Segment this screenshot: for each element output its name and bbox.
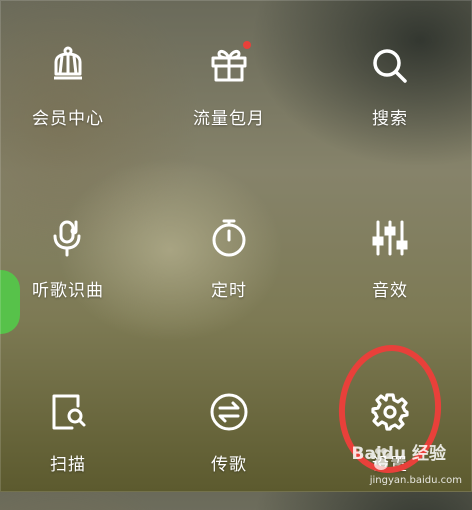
menu-item-label: 搜索 [372,109,408,129]
crown-icon [54,46,82,80]
notification-dot [243,41,251,49]
menu-item-vip-center[interactable]: 会员中心 [0,44,148,164]
watermark-url: jingyan.baidu.com [369,475,462,486]
menu-item-transfer-songs[interactable]: 传歌 [149,390,309,510]
menu-item-label: 定时 [211,281,247,301]
menu-item-sound-effect[interactable]: 音效 [310,216,470,336]
side-pull-tab[interactable] [0,270,20,334]
menu-item-label: 音效 [372,281,408,301]
menu-item-label: 流量包月 [193,109,265,129]
mic-music-icon [53,220,81,257]
scan-phone-icon [52,394,86,430]
search-icon [373,49,407,83]
menu-item-label: 传歌 [211,455,247,475]
menu-item-scan[interactable]: 扫描 [0,390,148,510]
menu-item-label: 会员中心 [32,109,104,129]
gift-icon [211,49,247,82]
transfer-icon [210,393,248,431]
menu-item-data-plan[interactable]: 流量包月 [149,41,309,164]
timer-icon [212,219,246,257]
equalizer-icon [372,220,408,256]
menu-item-song-recognition[interactable]: 听歌识曲 [0,216,148,336]
watermark-brand: Baidu 经验 [351,444,446,464]
menu-item-search[interactable]: 搜索 [310,44,470,164]
menu-item-label: 听歌识曲 [32,281,104,301]
menu-item-timer[interactable]: 定时 [149,216,309,336]
menu-item-label: 扫描 [50,455,86,475]
